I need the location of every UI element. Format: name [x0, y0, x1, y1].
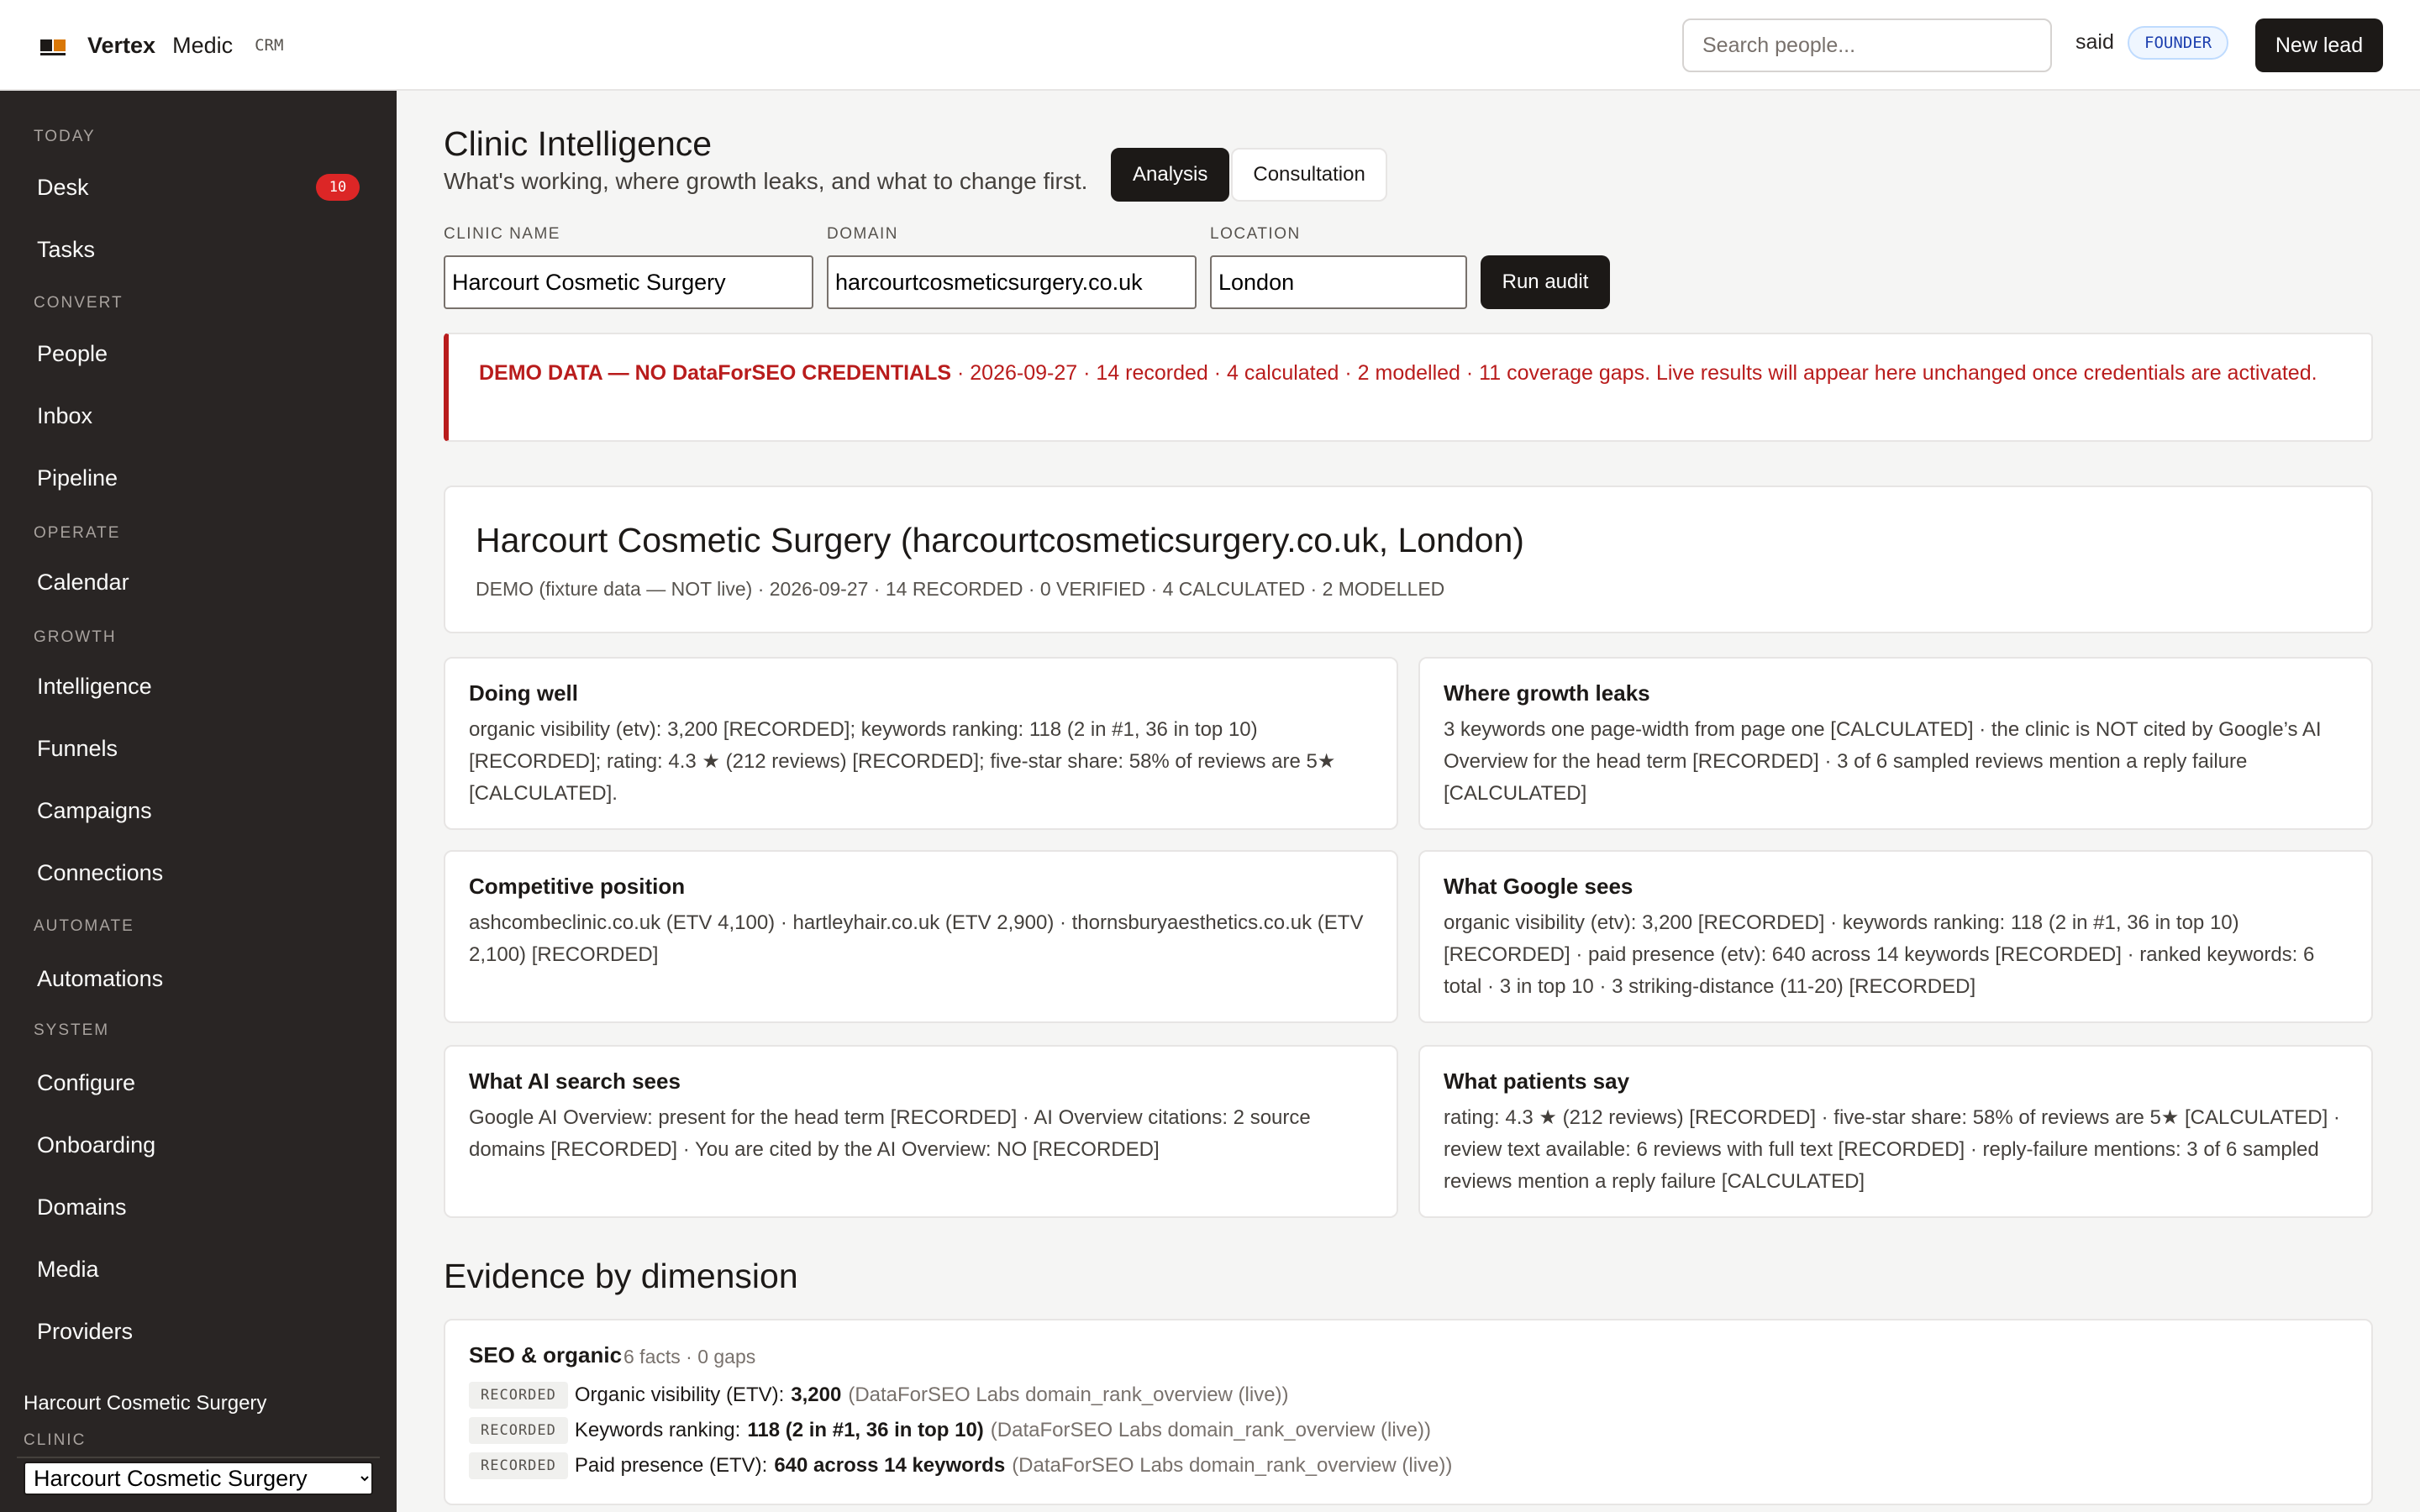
- brand-crm: CRM: [255, 36, 284, 55]
- new-lead-button[interactable]: New lead: [2255, 18, 2383, 72]
- card-competitive-position: Competitive position ashcombeclinic.co.u…: [444, 850, 1398, 1023]
- role-badge: FOUNDER: [2128, 26, 2229, 60]
- location-label: LOCATION: [1210, 225, 1301, 243]
- brand[interactable]: Vertex Medic CRM: [40, 0, 283, 91]
- fact-value: 640 across 14 keywords: [774, 1454, 1006, 1477]
- clinic-name-label: CLINIC NAME: [444, 225, 560, 243]
- domain-input[interactable]: [827, 255, 1197, 309]
- page-title: Clinic Intelligence: [444, 124, 713, 163]
- fact-tag: RECORDED: [469, 1382, 568, 1409]
- card-body: ashcombeclinic.co.uk (ETV 4,100) · hartl…: [469, 911, 1364, 966]
- fact-tag: RECORDED: [469, 1452, 568, 1479]
- sidebar: TODAY Desk 10 Tasks CONVERT People Inbox…: [0, 91, 397, 1512]
- card-body: rating: 4.3 ★ (212 reviews) [RECORDED] ·…: [1444, 1106, 2340, 1193]
- evidence-title: Evidence by dimension: [444, 1257, 798, 1295]
- nav-section-growth: GROWTH: [34, 628, 117, 646]
- card-body: 3 keywords one page-width from page one …: [1444, 718, 2322, 805]
- sidebar-item-pipeline[interactable]: Pipeline: [37, 465, 118, 491]
- sidebar-item-people[interactable]: People: [37, 341, 108, 367]
- sidebar-clinic-label: CLINIC: [24, 1431, 87, 1449]
- sidebar-divider: [17, 1457, 380, 1458]
- brand-product: Medic: [172, 32, 234, 58]
- banner-detail: · 2026-09-27 · 14 recorded · 4 calculate…: [951, 361, 2317, 385]
- clinic-name-input[interactable]: [444, 255, 813, 309]
- fact-value: 118 (2 in #1, 36 in top 10): [747, 1419, 984, 1441]
- clinic-select[interactable]: Harcourt Cosmetic Surgery: [24, 1462, 373, 1495]
- fact-source: (DataForSEO Labs domain_rank_overview (l…: [990, 1419, 1431, 1441]
- view-tabs: Analysis Consultation: [1111, 148, 1387, 202]
- search-input[interactable]: [1682, 18, 2052, 72]
- nav-section-convert: CONVERT: [34, 294, 124, 312]
- sidebar-item-desk[interactable]: Desk: [37, 175, 89, 201]
- nav-section-today: TODAY: [34, 128, 96, 145]
- summary-card: Harcourt Cosmetic Surgery (harcourtcosme…: [444, 486, 2373, 633]
- nav-section-system: SYSTEM: [34, 1021, 110, 1039]
- sidebar-item-campaigns[interactable]: Campaigns: [37, 798, 152, 824]
- card-body: Google AI Overview: present for the head…: [469, 1106, 1311, 1161]
- card-title: What Google sees: [1444, 874, 1634, 899]
- card-body: organic visibility (etv): 3,200 [RECORDE…: [469, 718, 1336, 805]
- card-what-google-sees: What Google sees organic visibility (etv…: [1418, 850, 2373, 1023]
- fact-row: RECORDED Keywords ranking: 118 (2 in #1,…: [469, 1415, 1431, 1446]
- sidebar-item-onboarding[interactable]: Onboarding: [37, 1132, 155, 1158]
- card-doing-well: Doing well organic visibility (etv): 3,2…: [444, 657, 1398, 830]
- card-body: organic visibility (etv): 3,200 [RECORDE…: [1444, 911, 2315, 998]
- top-bar: Vertex Medic CRM said FOUNDER New lead: [0, 0, 2420, 91]
- fact-source: (DataForSEO Labs domain_rank_overview (l…: [1012, 1454, 1453, 1477]
- card-title: What patients say: [1444, 1068, 1630, 1094]
- fact-value: 3,200: [791, 1383, 842, 1406]
- fact-row: RECORDED Paid presence (ETV): 640 across…: [469, 1450, 1452, 1482]
- desk-count-badge: 10: [316, 174, 360, 201]
- dimension-meta: 6 facts · 0 gaps: [623, 1346, 756, 1368]
- page-subtitle: What's working, where growth leaks, and …: [444, 168, 1088, 194]
- location-input[interactable]: [1210, 255, 1467, 309]
- nav-section-operate: OPERATE: [34, 524, 121, 542]
- sidebar-item-connections[interactable]: Connections: [37, 860, 163, 886]
- card-title: Doing well: [469, 680, 578, 706]
- sidebar-item-automations[interactable]: Automations: [37, 966, 163, 992]
- sidebar-item-domains[interactable]: Domains: [37, 1194, 127, 1221]
- summary-title: Harcourt Cosmetic Surgery (harcourtcosme…: [476, 521, 1524, 559]
- fact-tag: RECORDED: [469, 1417, 568, 1444]
- sidebar-item-funnels[interactable]: Funnels: [37, 736, 118, 762]
- tab-consultation[interactable]: Consultation: [1231, 148, 1387, 202]
- fact-label: Keywords ranking:: [574, 1419, 741, 1441]
- sidebar-item-tasks[interactable]: Tasks: [37, 237, 95, 263]
- card-ai-search: What AI search sees Google AI Overview: …: [444, 1045, 1398, 1218]
- sidebar-clinic-name: Harcourt Cosmetic Surgery: [24, 1392, 267, 1415]
- card-title: Where growth leaks: [1444, 680, 1650, 706]
- card-patients-say: What patients say rating: 4.3 ★ (212 rev…: [1418, 1045, 2373, 1218]
- user-name[interactable]: said: [2075, 30, 2114, 55]
- dimension-title: SEO & organic: [469, 1342, 623, 1368]
- tab-analysis[interactable]: Analysis: [1111, 148, 1230, 202]
- domain-label: DOMAIN: [827, 225, 898, 243]
- sidebar-item-inbox[interactable]: Inbox: [37, 403, 92, 429]
- fact-label: Organic visibility (ETV):: [574, 1383, 785, 1406]
- sidebar-item-calendar[interactable]: Calendar: [37, 570, 129, 596]
- run-audit-button[interactable]: Run audit: [1481, 255, 1610, 309]
- banner-strong: DEMO DATA — NO DataForSEO CREDENTIALS: [479, 361, 952, 385]
- fact-source: (DataForSEO Labs domain_rank_overview (l…: [848, 1383, 1289, 1406]
- sidebar-item-providers[interactable]: Providers: [37, 1319, 133, 1345]
- fact-row: RECORDED Organic visibility (ETV): 3,200…: [469, 1379, 1289, 1411]
- card-title: What AI search sees: [469, 1068, 681, 1094]
- brand-name: Vertex: [87, 32, 156, 58]
- sidebar-item-intelligence[interactable]: Intelligence: [37, 674, 152, 700]
- vertex-logo-icon: [40, 36, 67, 55]
- sidebar-item-media[interactable]: Media: [37, 1257, 99, 1283]
- dimension-card-seo: SEO & organic 6 facts · 0 gaps RECORDED …: [444, 1319, 2373, 1505]
- nav-section-automate: AUTOMATE: [34, 917, 134, 935]
- card-title: Competitive position: [469, 874, 686, 899]
- fact-label: Paid presence (ETV):: [574, 1454, 768, 1477]
- summary-meta: DEMO (fixture data — NOT live) · 2026-09…: [476, 578, 1445, 600]
- sidebar-item-configure[interactable]: Configure: [37, 1070, 135, 1096]
- card-growth-leaks: Where growth leaks 3 keywords one page-w…: [1418, 657, 2373, 830]
- demo-data-banner: DEMO DATA — NO DataForSEO CREDENTIALS · …: [444, 333, 2373, 442]
